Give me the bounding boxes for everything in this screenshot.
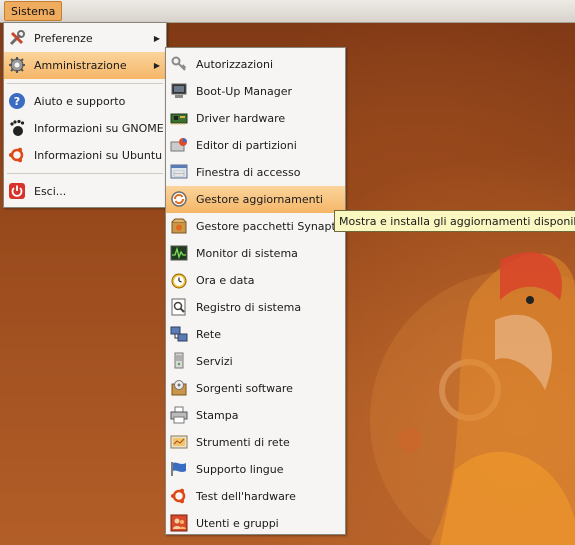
- menu-item-label: Preferenze: [34, 32, 93, 45]
- menu-item-label: Supporto lingue: [196, 463, 284, 476]
- menu-item-about-gnome[interactable]: Informazioni su GNOME: [4, 115, 166, 142]
- menu-item-label: Stampa: [196, 409, 239, 422]
- software-sources-icon: [170, 379, 188, 397]
- menu-item-label: Gestore pacchetti Synaptic: [196, 220, 345, 233]
- menu-item-network-tools[interactable]: Strumenti di rete: [166, 429, 345, 456]
- menu-item-users-groups[interactable]: Utenti e gruppi: [166, 510, 345, 537]
- menu-separator: [7, 83, 163, 84]
- menu-item-login-window[interactable]: Finestra di accesso: [166, 159, 345, 186]
- system-log-icon: [170, 298, 188, 316]
- hardware-driver-icon: [170, 109, 188, 127]
- menu-item-label: Utenti e gruppi: [196, 517, 279, 530]
- menu-item-services[interactable]: Servizi: [166, 348, 345, 375]
- login-window-icon: [170, 163, 188, 181]
- menu-item-label: Rete: [196, 328, 221, 341]
- update-manager-icon: [170, 190, 188, 208]
- gnome-foot-icon: [8, 119, 26, 137]
- menu-item-partition-editor[interactable]: Editor di partizioni: [166, 132, 345, 159]
- menu-item-label: Informazioni su GNOME: [34, 122, 164, 135]
- menu-item-label: Finestra di accesso: [196, 166, 301, 179]
- menu-item-boot-up-manager[interactable]: Boot-Up Manager: [166, 78, 345, 105]
- top-panel: Sistema: [0, 0, 575, 23]
- boot-manager-icon: [170, 82, 188, 100]
- system-menu: Preferenze ▶ Amministrazione ▶ ? Aiuto e…: [3, 22, 167, 208]
- power-icon: [8, 182, 26, 200]
- menu-item-label: Driver hardware: [196, 112, 286, 125]
- users-groups-icon: [170, 514, 188, 532]
- menu-separator: [7, 173, 163, 174]
- menu-item-label: Monitor di sistema: [196, 247, 298, 260]
- ubuntu-logo-icon: [8, 146, 26, 164]
- menu-item-about-ubuntu[interactable]: Informazioni su Ubuntu: [4, 142, 166, 169]
- clock-icon: [170, 271, 188, 289]
- package-manager-icon: [170, 217, 188, 235]
- menu-item-hardware-drivers[interactable]: Driver hardware: [166, 105, 345, 132]
- partition-editor-icon: [170, 136, 188, 154]
- submenu-arrow-icon: ▶: [153, 61, 160, 70]
- menu-item-system-log[interactable]: Registro di sistema: [166, 294, 345, 321]
- menu-item-label: Boot-Up Manager: [196, 85, 293, 98]
- menu-item-label: Informazioni su Ubuntu: [34, 149, 163, 162]
- administration-icon: [8, 56, 26, 74]
- printer-icon: [170, 406, 188, 424]
- language-support-icon: [170, 460, 188, 478]
- menu-item-label: Aiuto e supporto: [34, 95, 126, 108]
- menu-item-language-support[interactable]: Supporto lingue: [166, 456, 345, 483]
- network-tools-icon: [170, 433, 188, 451]
- submenu-arrow-icon: ▶: [153, 34, 160, 43]
- tooltip: Mostra e installa gli aggiornamenti disp…: [334, 210, 575, 232]
- menu-item-label: Ora e data: [196, 274, 255, 287]
- svg-text:?: ?: [14, 95, 20, 108]
- menu-item-software-sources[interactable]: Sorgenti software: [166, 375, 345, 402]
- hardware-test-icon: [170, 487, 188, 505]
- menu-item-label: Amministrazione: [34, 59, 127, 72]
- menu-item-label: Registro di sistema: [196, 301, 302, 314]
- menu-item-label: Sorgenti software: [196, 382, 293, 395]
- menu-item-administration[interactable]: Amministrazione ▶: [4, 52, 166, 79]
- menu-item-printing[interactable]: Stampa: [166, 402, 345, 429]
- services-icon: [170, 352, 188, 370]
- network-icon: [170, 325, 188, 343]
- help-icon: ?: [8, 92, 26, 110]
- menu-item-synaptic[interactable]: Gestore pacchetti Synaptic: [166, 213, 345, 240]
- menu-item-system-monitor[interactable]: Monitor di sistema: [166, 240, 345, 267]
- menu-item-help[interactable]: ? Aiuto e supporto: [4, 88, 166, 115]
- menu-item-hardware-testing[interactable]: Test dell'hardware: [166, 483, 345, 510]
- menu-item-time-date[interactable]: Ora e data: [166, 267, 345, 294]
- menu-item-label: Editor di partizioni: [196, 139, 297, 152]
- menu-item-label: Esci...: [34, 185, 67, 198]
- menu-item-authorizations[interactable]: Autorizzazioni: [166, 51, 345, 78]
- menu-item-label: Test dell'hardware: [196, 490, 296, 503]
- menu-item-label: Autorizzazioni: [196, 58, 273, 71]
- menu-item-label: Strumenti di rete: [196, 436, 290, 449]
- system-menu-button[interactable]: Sistema: [4, 1, 63, 21]
- menu-item-label: Gestore aggiornamenti: [196, 193, 323, 206]
- menu-item-update-manager[interactable]: Gestore aggiornamenti: [166, 186, 345, 213]
- menu-item-label: Servizi: [196, 355, 233, 368]
- preferences-icon: [8, 29, 26, 47]
- menu-item-preferences[interactable]: Preferenze ▶: [4, 25, 166, 52]
- system-monitor-icon: [170, 244, 188, 262]
- administration-submenu: Autorizzazioni Boot-Up Manager Driver ha…: [165, 47, 346, 535]
- menu-item-network[interactable]: Rete: [166, 321, 345, 348]
- menu-item-quit[interactable]: Esci...: [4, 178, 166, 205]
- keys-icon: [170, 55, 188, 73]
